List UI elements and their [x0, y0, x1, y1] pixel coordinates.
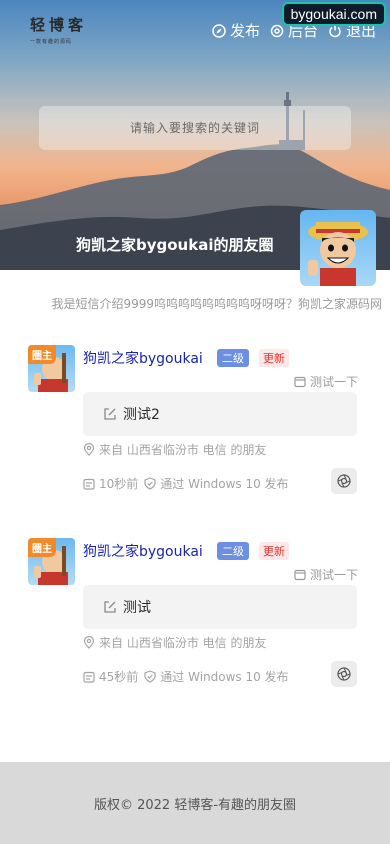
profile-bio: 我是短信介绍9999呜呜呜呜呜呜呜呜呀呀呀？狗凯之家源码网 — [51, 297, 382, 311]
post-time: 10秒前 — [83, 475, 138, 492]
hero-title: 狗凯之家bygoukai的朋友圈 — [76, 236, 274, 254]
share-button[interactable] — [331, 468, 357, 494]
post-location-text: 来自 山西省临汾市 电信 的朋友 — [99, 636, 267, 650]
edit-icon — [104, 408, 116, 420]
shield-icon — [144, 477, 156, 490]
aperture-icon — [337, 474, 351, 488]
avatar-illustration — [308, 222, 368, 286]
shield-icon — [144, 670, 156, 683]
post-extra-text: 测试一下 — [309, 568, 358, 582]
post-author[interactable]: 狗凯之家bygoukai — [83, 348, 203, 368]
post-device: 通过 Windows 10 发布 — [144, 475, 289, 492]
owner-avatar[interactable] — [300, 210, 376, 286]
level-badge: 二级 — [217, 349, 249, 367]
post-content[interactable]: 测试2 — [83, 392, 357, 436]
level-badge: 二级 — [217, 542, 249, 560]
search-input[interactable] — [39, 106, 351, 150]
post-extra: 测试一下 — [294, 566, 358, 583]
location-pin-icon — [83, 443, 95, 456]
post-device: 通过 Windows 10 发布 — [144, 668, 289, 685]
feed-post: 圈主 狗凯之家bygoukai 二级 更新 测试一下 测试2 来自 山西省临汾市… — [28, 345, 362, 505]
feed-post: 圈主 狗凯之家bygoukai 二级 更新 测试一下 测试 来自 山西省临汾市 … — [28, 538, 362, 698]
compass-icon — [212, 23, 226, 38]
post-location-text: 来自 山西省临汾市 电信 的朋友 — [99, 443, 267, 457]
new-badge: 更新 — [259, 542, 289, 560]
gear-icon — [270, 24, 284, 37]
post-content[interactable]: 测试 — [83, 585, 357, 629]
logo[interactable]: 轻博客 一款有趣的源码 — [30, 14, 87, 45]
post-meta: 10秒前 通过 Windows 10 发布 — [83, 475, 289, 492]
post-device-text: 通过 Windows 10 发布 — [160, 477, 289, 491]
post-avatar[interactable]: 圈主 — [28, 345, 75, 392]
post-location: 来自 山西省临汾市 电信 的朋友 — [83, 634, 266, 651]
post-location: 来自 山西省临汾市 电信 的朋友 — [83, 441, 266, 458]
owner-tag: 圈主 — [28, 538, 56, 557]
post-extra-text: 测试一下 — [309, 375, 358, 389]
post-content-text: 测试2 — [123, 407, 160, 423]
note-icon — [294, 569, 306, 580]
footer-copyright: 版权© 2022 轻博客-有趣的朋友圈 — [0, 762, 390, 844]
post-device-text: 通过 Windows 10 发布 — [160, 670, 289, 684]
owner-tag: 圈主 — [28, 345, 56, 364]
post-author[interactable]: 狗凯之家bygoukai — [83, 541, 203, 561]
post-extra: 测试一下 — [294, 373, 358, 390]
post-time: 45秒前 — [83, 668, 138, 685]
nav-publish-label: 发布 — [229, 22, 260, 40]
location-pin-icon — [83, 636, 95, 649]
post-time-text: 45秒前 — [99, 670, 139, 684]
post-meta: 45秒前 通过 Windows 10 发布 — [83, 668, 289, 685]
logo-title: 轻博客 — [30, 16, 88, 34]
nav-publish[interactable]: 发布 — [212, 20, 260, 41]
calendar-icon — [83, 478, 95, 490]
aperture-icon — [337, 667, 351, 681]
post-time-text: 10秒前 — [99, 477, 139, 491]
note-icon — [294, 376, 306, 387]
edit-icon — [104, 601, 116, 613]
share-button[interactable] — [331, 661, 357, 687]
watermark-badge: bygoukai.com — [281, 2, 386, 26]
post-content-text: 测试 — [123, 600, 151, 616]
new-badge: 更新 — [259, 349, 289, 367]
logo-subtitle: 一款有趣的源码 — [30, 39, 73, 45]
post-avatar[interactable]: 圈主 — [28, 538, 75, 585]
calendar-icon — [83, 671, 95, 683]
